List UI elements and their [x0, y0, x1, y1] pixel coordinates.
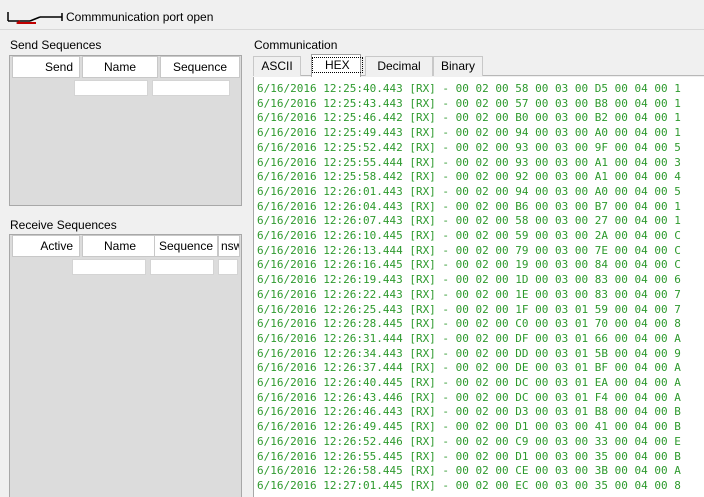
- receive-new-sequence-cell[interactable]: [150, 259, 214, 275]
- tab-hex[interactable]: HEX: [311, 54, 363, 77]
- log-line: 6/16/2016 12:26:13.444 [RX] - 00 02 00 7…: [257, 243, 681, 257]
- receive-col-active[interactable]: Active: [12, 235, 80, 257]
- send-sequences-label: Send Sequences: [10, 38, 102, 52]
- log-line: 6/16/2016 12:27:01.445 [RX] - 00 02 00 E…: [257, 478, 681, 492]
- log-line: 6/16/2016 12:26:49.445 [RX] - 00 02 00 D…: [257, 420, 681, 434]
- send-new-sequence-cell[interactable]: [152, 80, 230, 96]
- log-line: 6/16/2016 12:26:31.444 [RX] - 00 02 00 D…: [257, 331, 681, 345]
- log-line: 6/16/2016 12:26:25.443 [RX] - 00 02 00 1…: [257, 302, 681, 316]
- log-line: 6/16/2016 12:25:40.443 [RX] - 00 02 00 5…: [257, 82, 681, 95]
- log-line: 6/16/2016 12:25:58.442 [RX] - 00 02 00 9…: [257, 170, 681, 184]
- tab-decimal[interactable]: Decimal: [365, 56, 433, 76]
- log-line: 6/16/2016 12:25:52.442 [RX] - 00 02 00 9…: [257, 140, 681, 154]
- receive-new-name-cell[interactable]: [72, 259, 146, 275]
- receive-new-answer-cell[interactable]: [218, 259, 238, 275]
- log-line: 6/16/2016 12:26:10.445 [RX] - 00 02 00 5…: [257, 229, 681, 242]
- log-line: 6/16/2016 12:26:37.444 [RX] - 00 02 00 D…: [257, 361, 681, 375]
- log-line: 6/16/2016 12:26:01.443 [RX] - 00 02 00 9…: [257, 184, 681, 198]
- send-col-name[interactable]: Name: [82, 56, 158, 78]
- communication-log[interactable]: 6/16/2016 12:25:40.443 [RX] - 00 02 00 5…: [253, 77, 704, 497]
- log-line: 6/16/2016 12:26:40.445 [RX] - 00 02 00 D…: [257, 376, 681, 389]
- log-line: 6/16/2016 12:26:34.443 [RX] - 00 02 00 D…: [257, 346, 681, 360]
- log-line: 6/16/2016 12:26:43.446 [RX] - 00 02 00 D…: [257, 390, 681, 404]
- send-new-name-cell[interactable]: [74, 80, 148, 96]
- log-line: 6/16/2016 12:25:46.442 [RX] - 00 02 00 B…: [257, 111, 681, 125]
- tab-ascii[interactable]: ASCII: [253, 56, 301, 76]
- receive-col-answer[interactable]: nsw: [218, 235, 240, 257]
- port-open-icon[interactable]: [6, 8, 64, 24]
- log-line: 6/16/2016 12:26:16.445 [RX] - 00 02 00 1…: [257, 258, 681, 272]
- log-line: 6/16/2016 12:26:28.445 [RX] - 00 02 00 C…: [257, 317, 681, 331]
- toolbar: Commmunication port open: [0, 0, 704, 30]
- receive-sequences-label: Receive Sequences: [10, 218, 117, 232]
- communication-label: Communication: [254, 38, 338, 52]
- log-line: 6/16/2016 12:26:52.446 [RX] - 00 02 00 C…: [257, 434, 681, 448]
- log-line: 6/16/2016 12:26:07.443 [RX] - 00 02 00 5…: [257, 214, 681, 228]
- log-line: 6/16/2016 12:26:58.445 [RX] - 00 02 00 C…: [257, 464, 681, 478]
- format-tabs: ASCII HEX Decimal Binary: [253, 54, 704, 77]
- send-col-sequence[interactable]: Sequence: [160, 56, 240, 78]
- send-sequences-grid[interactable]: Send Name Sequence: [9, 55, 242, 206]
- log-line: 6/16/2016 12:26:19.443 [RX] - 00 02 00 1…: [257, 273, 681, 287]
- log-line: 6/16/2016 12:25:55.444 [RX] - 00 02 00 9…: [257, 155, 681, 169]
- log-line: 6/16/2016 12:25:49.443 [RX] - 00 02 00 9…: [257, 126, 681, 140]
- log-line: 6/16/2016 12:26:46.443 [RX] - 00 02 00 D…: [257, 405, 681, 419]
- receive-col-sequence[interactable]: Sequence: [154, 235, 218, 257]
- log-line: 6/16/2016 12:26:55.445 [RX] - 00 02 00 D…: [257, 449, 681, 463]
- log-line: 6/16/2016 12:25:43.443 [RX] - 00 02 00 5…: [257, 96, 681, 110]
- receive-sequences-grid[interactable]: Active Name Sequence nsw: [9, 234, 242, 497]
- receive-col-name[interactable]: Name: [82, 235, 158, 257]
- log-line: 6/16/2016 12:26:04.443 [RX] - 00 02 00 B…: [257, 199, 681, 213]
- port-status-text: Commmunication port open: [66, 10, 214, 24]
- log-line: 6/16/2016 12:26:22.443 [RX] - 00 02 00 1…: [257, 287, 681, 301]
- tab-binary[interactable]: Binary: [433, 56, 483, 76]
- send-col-send[interactable]: Send: [12, 56, 80, 78]
